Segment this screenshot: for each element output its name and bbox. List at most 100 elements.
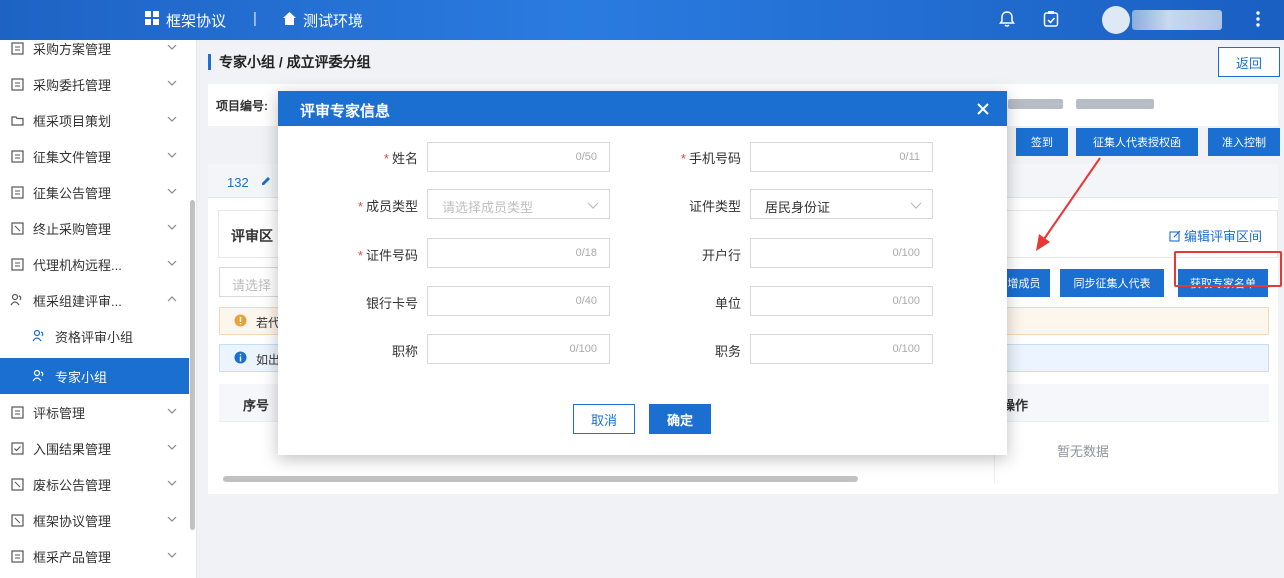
nav-framework[interactable]: 框架协议 — [145, 10, 226, 31]
check-document-icon — [10, 441, 24, 455]
avatar[interactable] — [1102, 6, 1130, 34]
sidebar-item-qualification-group[interactable]: 资格评审小组 — [0, 318, 189, 354]
phone-input[interactable]: 0/11 — [750, 142, 933, 172]
annotation-highlight-box — [1174, 251, 1282, 287]
close-icon[interactable] — [972, 98, 994, 120]
chevron-down-icon — [167, 152, 177, 158]
id-number-label: * 证件号码 — [357, 248, 418, 263]
sidebar-scrollbar[interactable] — [190, 200, 195, 530]
bank-input[interactable]: 0/100 — [750, 238, 933, 268]
chevron-down-icon — [167, 188, 177, 194]
nav-test-env[interactable]: 测试环境 — [282, 10, 363, 31]
top-bar: 框架协议 | 测试环境 — [0, 0, 1284, 40]
project-number-label: 项目编号: — [216, 99, 268, 113]
sidebar-item-label: 框采项目策划 — [33, 113, 112, 129]
review-section-title: 评审区 — [231, 228, 273, 244]
users-icon — [32, 369, 46, 383]
member-type-select[interactable]: 请选择成员类型 — [427, 189, 610, 219]
title-rank-input[interactable]: 0/100 — [427, 334, 610, 364]
sidebar-item-label: 终止采购管理 — [33, 221, 112, 237]
position-input[interactable]: 0/100 — [750, 334, 933, 364]
position-count: 0/100 — [892, 343, 920, 355]
clipboard-check-icon[interactable] — [1040, 8, 1062, 30]
sidebar-item-shortlist-results[interactable]: 入围结果管理 — [0, 430, 189, 466]
table-horizontal-scrollbar[interactable] — [223, 476, 858, 482]
id-type-select[interactable]: 居民身份证 — [750, 189, 933, 219]
chevron-down-icon — [167, 552, 177, 558]
bell-icon[interactable] — [996, 8, 1018, 30]
sidebar-item-label: 评标管理 — [33, 405, 86, 421]
sidebar-item-void-bid-notice[interactable]: 废标公告管理 — [0, 466, 189, 502]
chevron-down-icon — [167, 44, 177, 50]
sidebar-item-terminate-procurement[interactable]: 终止采购管理 — [0, 210, 189, 246]
folder-icon — [10, 113, 24, 127]
stop-document-icon — [10, 221, 24, 235]
chevron-down-icon — [167, 224, 177, 230]
name-input[interactable]: 0/50 — [427, 142, 610, 172]
tab-number[interactable]: 132 — [227, 175, 249, 190]
document-icon — [10, 185, 24, 199]
name-count: 0/50 — [575, 151, 597, 163]
info-text: 如出 — [256, 353, 281, 367]
document-icon — [10, 77, 24, 91]
sidebar-item-framework-agreement[interactable]: 框架协议管理 — [0, 502, 189, 538]
title-rank-count: 0/100 — [569, 343, 597, 355]
sidebar-item-procurement-entrust[interactable]: 采购委托管理 — [0, 66, 189, 102]
chevron-down-icon — [167, 116, 177, 122]
confirm-button[interactable]: 确定 — [649, 404, 711, 434]
sidebar-item-label: 入围结果管理 — [33, 441, 112, 457]
project-number-blurred — [1008, 99, 1063, 109]
sidebar-item-label: 征集文件管理 — [33, 149, 112, 165]
nav-separator: | — [253, 10, 257, 27]
chevron-down-icon — [167, 80, 177, 86]
sidebar-item-label: 框采产品管理 — [33, 549, 112, 565]
annotation-arrow-icon — [1036, 157, 1101, 251]
sync-rep-button[interactable]: 同步征集人代表 — [1060, 269, 1164, 297]
chevron-down-icon — [910, 202, 922, 209]
page-title: 专家小组 / 成立评委分组 — [208, 54, 371, 70]
sidebar-item-framework-products[interactable]: 框采产品管理 — [0, 538, 189, 574]
more-vertical-icon[interactable] — [1247, 8, 1269, 30]
member-type-label: * 成员类型 — [357, 199, 418, 214]
empty-text: 暂无数据 — [1057, 444, 1110, 459]
sidebar-item-label: 资格评审小组 — [55, 329, 134, 345]
title-rank-label: 职称 — [391, 344, 418, 359]
warning-text: 若代 — [256, 316, 281, 330]
document-icon — [10, 257, 24, 271]
edit-section-link[interactable]: 编辑评审区间 — [1169, 226, 1262, 245]
sidebar-item-agency-remote[interactable]: 代理机构远程... — [0, 246, 189, 282]
id-number-input[interactable]: 0/18 — [427, 238, 610, 268]
document-icon — [10, 41, 24, 55]
unit-input[interactable]: 0/100 — [750, 286, 933, 316]
sidebar-item-solicitation-notice[interactable]: 征集公告管理 — [0, 174, 189, 210]
id-type-label: 证件类型 — [688, 199, 741, 214]
cancel-button[interactable]: 取消 — [573, 404, 635, 434]
document-icon — [10, 549, 24, 563]
bank-card-count: 0/40 — [575, 295, 597, 307]
project-name-blurred — [1076, 99, 1154, 109]
edit-icon — [1169, 230, 1181, 242]
pencil-icon[interactable] — [260, 175, 272, 190]
name-label: * 姓名 — [383, 151, 418, 166]
access-control-button[interactable]: 准入控制 — [1208, 128, 1280, 156]
sidebar-item-review-group[interactable]: 框采组建评审... — [0, 282, 189, 318]
sidebar-item-procurement-plan[interactable]: 采购方案管理 — [0, 30, 189, 66]
sidebar-item-solicitation-docs[interactable]: 征集文件管理 — [0, 138, 189, 174]
sidebar-item-expert-group[interactable]: 专家小组 — [0, 358, 189, 394]
nav-test-env-label: 测试环境 — [303, 13, 364, 30]
phone-label: * 手机号码 — [680, 151, 741, 166]
sidebar-item-bid-evaluation[interactable]: 评标管理 — [0, 394, 189, 430]
username-blurred — [1132, 10, 1222, 30]
grid-icon — [145, 11, 160, 30]
back-button[interactable]: 返回 — [1218, 47, 1280, 77]
bank-label: 开户行 — [701, 248, 741, 263]
stop-document-icon — [10, 513, 24, 527]
chevron-down-icon — [167, 516, 177, 522]
id-number-count: 0/18 — [575, 247, 597, 259]
bank-card-input[interactable]: 0/40 — [427, 286, 610, 316]
sidebar-item-label: 框采组建评审... — [33, 293, 122, 309]
chevron-up-icon — [167, 296, 177, 302]
sidebar-item-label: 采购委托管理 — [33, 77, 112, 93]
sidebar-item-project-planning[interactable]: 框采项目策划 — [0, 102, 189, 138]
stop-document-icon — [10, 477, 24, 491]
